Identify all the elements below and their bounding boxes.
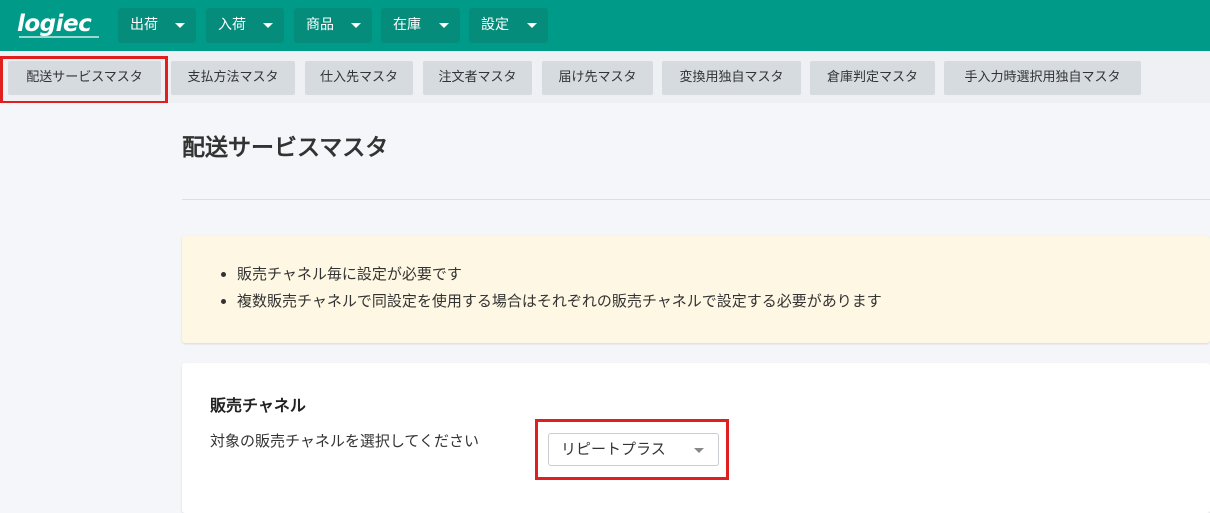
menu-inventory-label: 在庫	[393, 17, 421, 33]
active-tab-highlight	[0, 56, 168, 104]
caret-down-icon	[527, 23, 537, 28]
notice-item: 複数販売チャネルで同設定を使用する場合はそれぞれの販売チャネルで設定する必要があ…	[237, 291, 882, 311]
tab-delivery-address-master[interactable]: 届け先マスタ	[542, 61, 653, 95]
caret-down-icon	[263, 23, 273, 28]
menu-products-label: 商品	[306, 17, 334, 33]
sales-channel-description: 対象の販売チャネルを選択してください	[210, 432, 479, 450]
menu-receiving[interactable]: 入荷	[206, 8, 284, 43]
logiec-logo[interactable]: logiec	[17, 10, 101, 40]
menu-shipping[interactable]: 出荷	[118, 8, 196, 43]
menu-settings[interactable]: 設定	[469, 8, 548, 43]
caret-down-icon	[439, 23, 449, 28]
title-divider	[182, 199, 1210, 200]
tab-orderer-master[interactable]: 注文者マスタ	[423, 61, 532, 95]
tab-supplier-master[interactable]: 仕入先マスタ	[305, 61, 413, 95]
tab-manual-input-custom-master[interactable]: 手入力時選択用独自マスタ	[944, 61, 1141, 95]
logo-text: logiec	[17, 11, 92, 37]
menu-receiving-label: 入荷	[218, 17, 246, 33]
menu-inventory[interactable]: 在庫	[381, 8, 460, 43]
menu-products[interactable]: 商品	[294, 8, 372, 43]
sales-channel-title: 販売チャネル	[210, 396, 306, 415]
caret-down-icon	[175, 23, 185, 28]
settings-subnav: 配送サービスマスタ 支払方法マスタ 仕入先マスタ 注文者マスタ 届け先マスタ 変…	[0, 51, 1210, 103]
select-highlight	[535, 419, 729, 480]
menu-settings-label: 設定	[481, 17, 509, 33]
tab-payment-method-master[interactable]: 支払方法マスタ	[171, 61, 295, 95]
notice-item: 販売チャネル毎に設定が必要です	[237, 264, 882, 284]
notice-panel: 販売チャネル毎に設定が必要です 複数販売チャネルで同設定を使用する場合はそれぞれ…	[182, 236, 1210, 343]
menu-shipping-label: 出荷	[130, 17, 158, 33]
tab-warehouse-judgement-master[interactable]: 倉庫判定マスタ	[810, 61, 935, 95]
logo-underline	[19, 36, 99, 38]
tab-conversion-custom-master[interactable]: 変換用独自マスタ	[662, 61, 801, 95]
page-title: 配送サービスマスタ	[182, 135, 389, 161]
caret-down-icon	[351, 23, 361, 28]
top-navigation-bar: logiec 出荷 入荷 商品 在庫 設定	[0, 0, 1210, 51]
